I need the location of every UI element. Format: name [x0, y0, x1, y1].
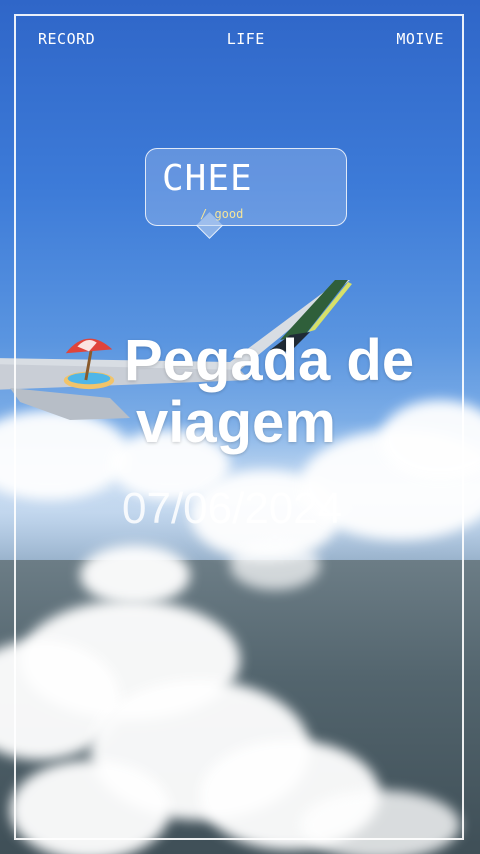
nav-life[interactable]: LIFE — [227, 30, 265, 48]
date-label: 07/06/2024 — [122, 484, 343, 533]
bubble-title: CHEE — [162, 158, 253, 199]
speech-bubble: CHEE / good — [145, 148, 347, 226]
nav-moive[interactable]: MOIVE — [396, 30, 444, 48]
headline-line2: viagem — [136, 390, 336, 455]
bubble-subtitle: / good — [200, 207, 244, 221]
beach-umbrella-icon — [63, 338, 115, 390]
nav-record[interactable]: RECORD — [38, 30, 95, 48]
top-nav: RECORD LIFE MOIVE — [38, 30, 444, 48]
